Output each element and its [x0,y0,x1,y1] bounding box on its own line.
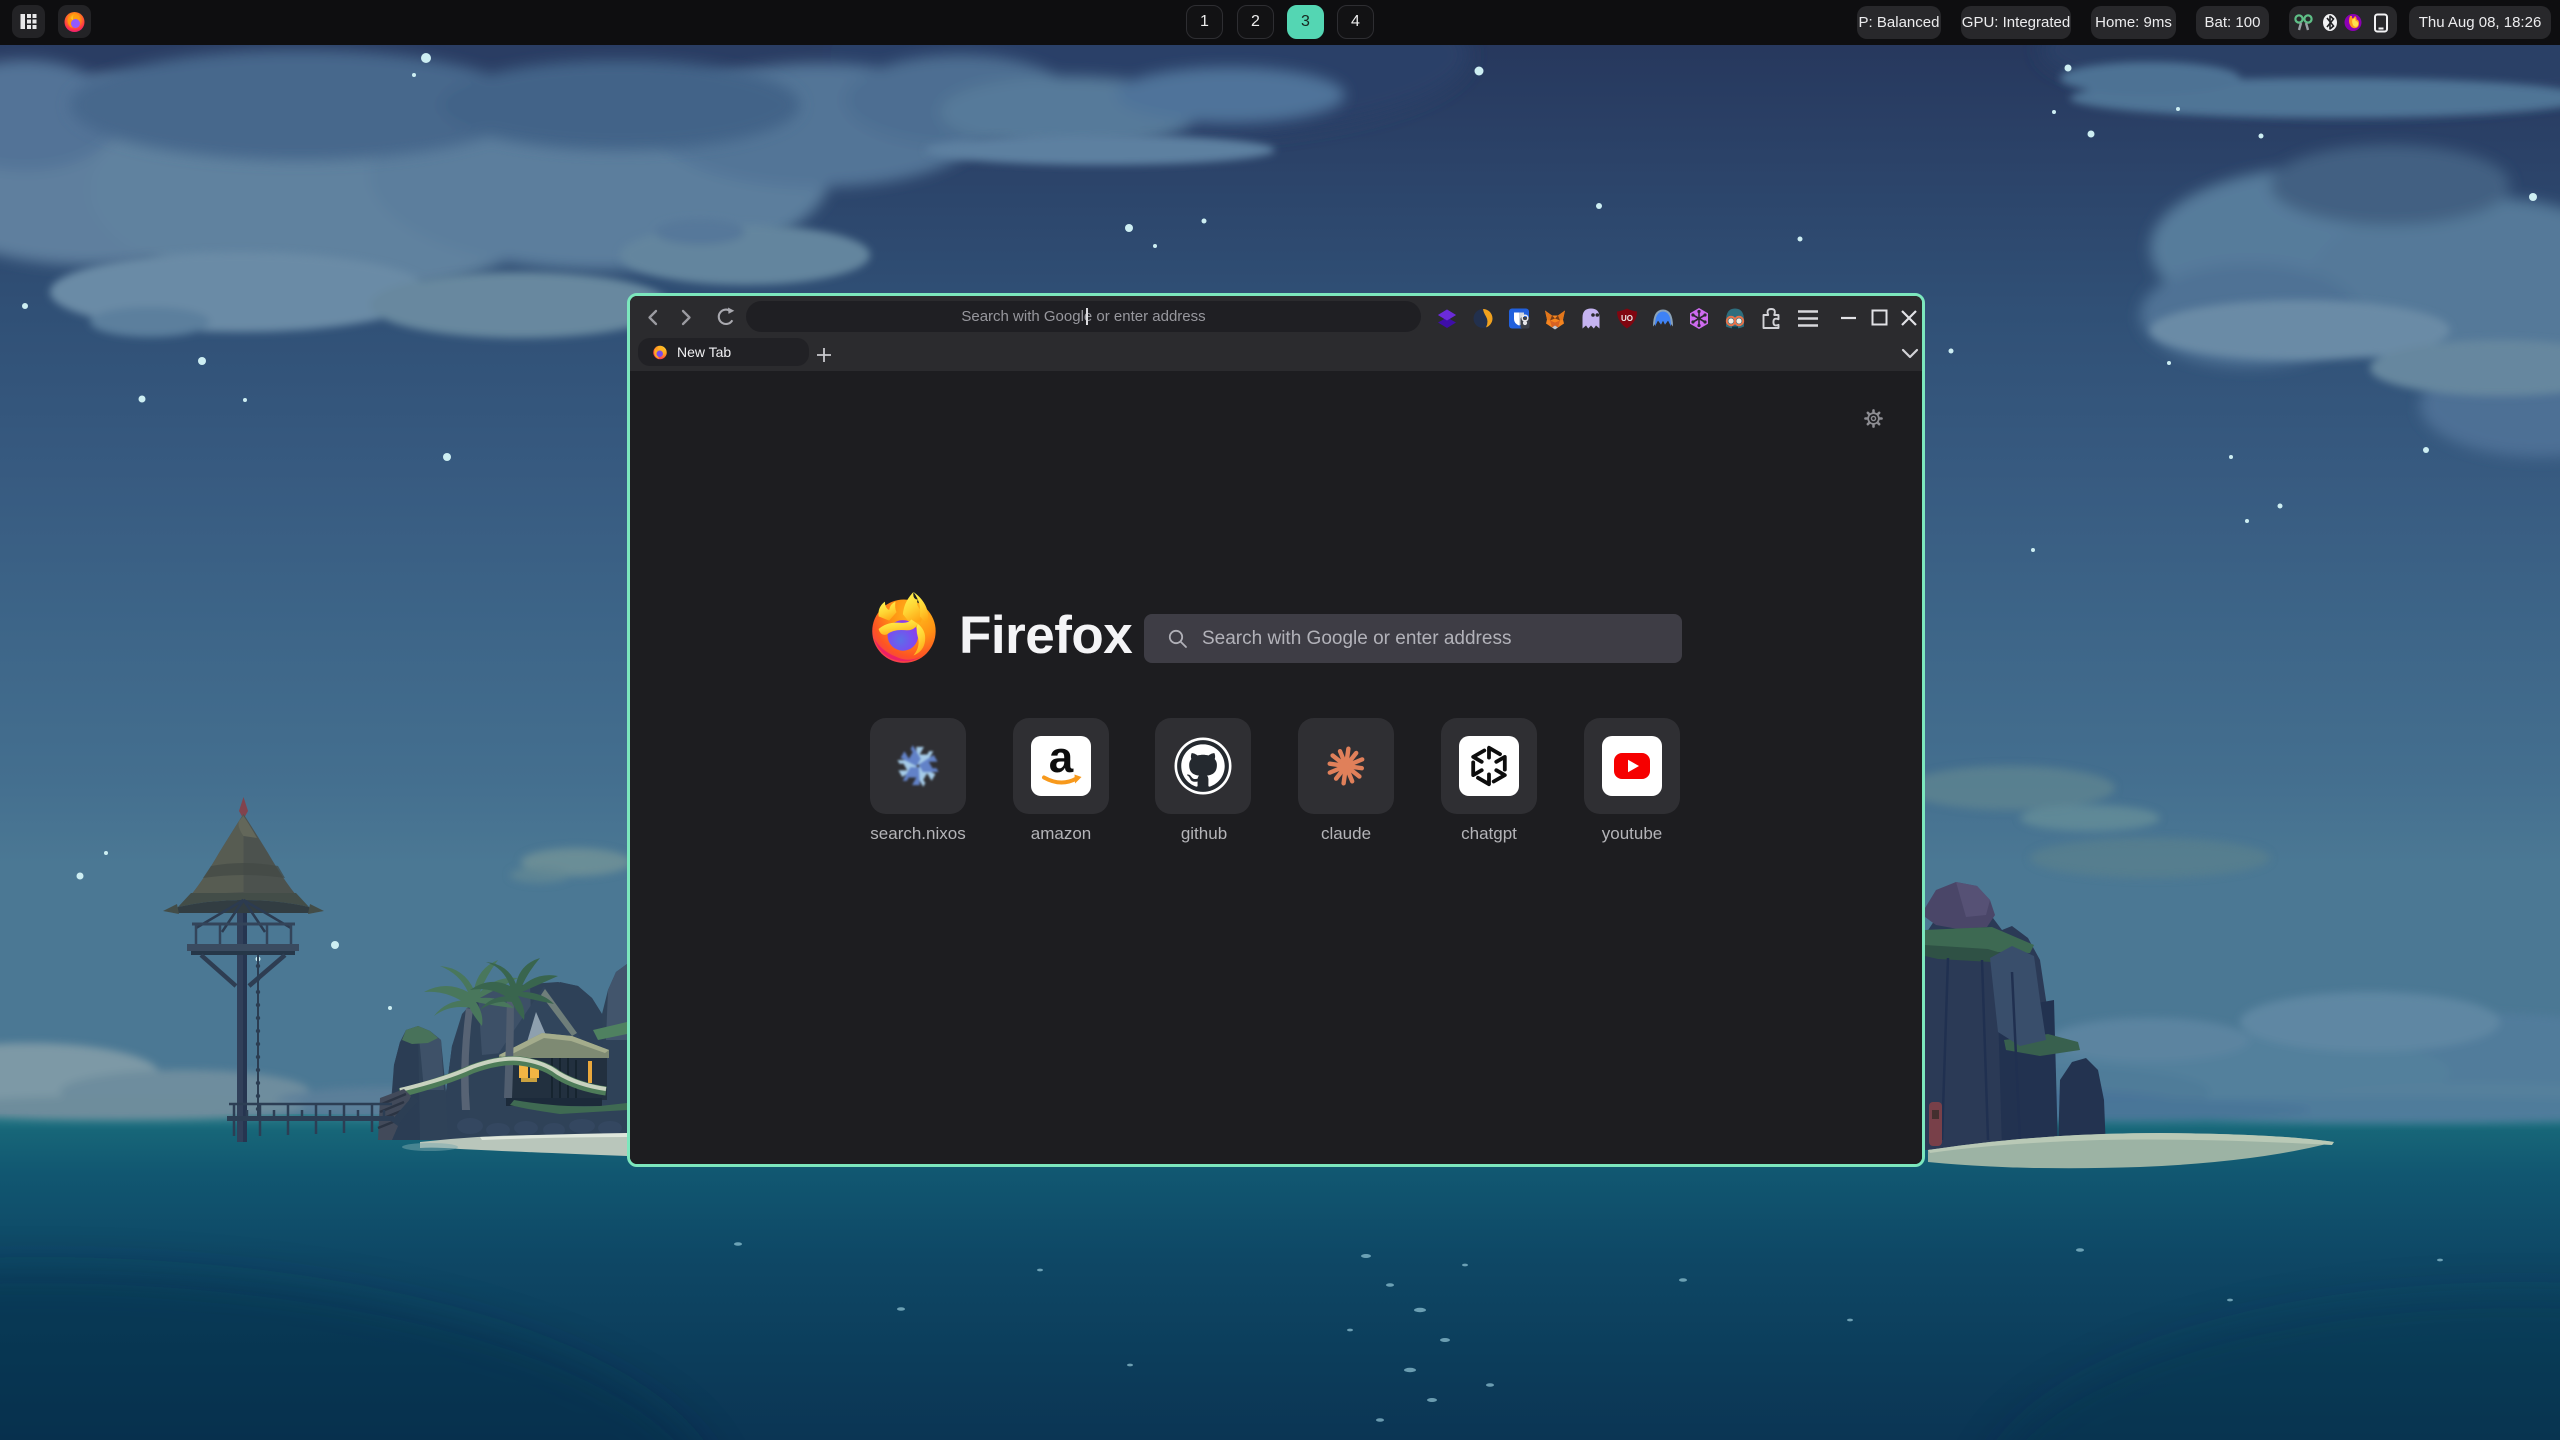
svg-text:UO: UO [1621,314,1633,323]
